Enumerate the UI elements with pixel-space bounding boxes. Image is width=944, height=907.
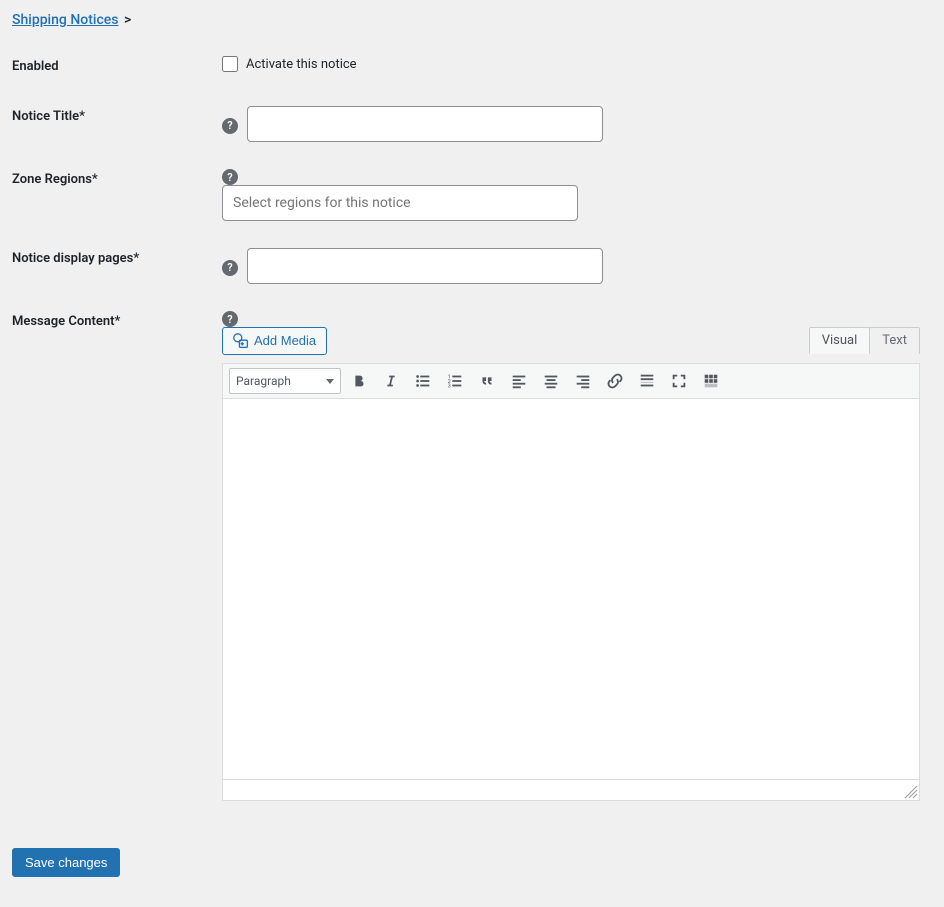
help-icon[interactable]: ? — [222, 311, 238, 327]
align-left-icon — [510, 372, 528, 390]
quote-icon — [478, 372, 496, 390]
align-center-button[interactable] — [537, 368, 565, 394]
help-icon[interactable]: ? — [222, 260, 238, 276]
add-media-label: Add Media — [254, 332, 316, 350]
tab-text[interactable]: Text — [869, 327, 920, 354]
align-left-button[interactable] — [505, 368, 533, 394]
breadcrumb-link[interactable]: Shipping Notices — [12, 12, 118, 28]
link-icon — [606, 372, 624, 390]
align-right-icon — [574, 372, 592, 390]
read-more-button[interactable] — [633, 368, 661, 394]
enabled-checkbox-label[interactable]: Activate this notice — [246, 57, 357, 72]
editor-toolbar: Paragraph — [223, 364, 919, 399]
notice-title-input[interactable] — [247, 106, 603, 142]
label-enabled: Enabled — [12, 44, 222, 94]
numbered-list-button[interactable]: 123 — [441, 368, 469, 394]
align-center-icon — [542, 372, 560, 390]
editor-content-area[interactable] — [223, 399, 919, 779]
numbered-list-icon: 123 — [446, 372, 464, 390]
rich-text-editor: Paragraph — [222, 363, 920, 801]
editor-status-bar — [223, 779, 919, 800]
label-message-content: Message Content* — [12, 299, 222, 816]
enabled-checkbox[interactable] — [222, 56, 238, 72]
display-pages-input[interactable] — [247, 248, 603, 284]
label-display-pages: Notice display pages* — [12, 236, 222, 299]
toolbar-toggle-button[interactable] — [697, 368, 725, 394]
caret-down-icon — [326, 379, 334, 384]
format-select-label: Paragraph — [236, 374, 291, 388]
help-icon[interactable]: ? — [222, 118, 238, 134]
label-notice-title: Notice Title* — [12, 94, 222, 157]
italic-button[interactable] — [377, 368, 405, 394]
save-changes-button[interactable]: Save changes — [12, 848, 120, 877]
toolbar-toggle-icon — [702, 372, 720, 390]
format-select[interactable]: Paragraph — [229, 368, 341, 394]
tab-visual[interactable]: Visual — [809, 327, 871, 354]
align-right-button[interactable] — [569, 368, 597, 394]
breadcrumb-separator: > — [124, 12, 131, 28]
resize-handle-icon[interactable] — [904, 785, 918, 799]
bullet-list-icon — [414, 372, 432, 390]
fullscreen-icon — [670, 372, 688, 390]
blockquote-button[interactable] — [473, 368, 501, 394]
media-icon — [233, 333, 249, 349]
read-more-icon — [638, 372, 656, 390]
svg-text:3: 3 — [448, 383, 451, 389]
add-media-button[interactable]: Add Media — [222, 327, 327, 355]
bold-icon — [350, 372, 368, 390]
link-button[interactable] — [601, 368, 629, 394]
fullscreen-button[interactable] — [665, 368, 693, 394]
italic-icon — [382, 372, 400, 390]
bold-button[interactable] — [345, 368, 373, 394]
bullet-list-button[interactable] — [409, 368, 437, 394]
zone-regions-select[interactable]: Select regions for this notice — [222, 185, 578, 221]
help-icon[interactable]: ? — [222, 169, 238, 185]
breadcrumb: Shipping Notices > — [12, 8, 934, 44]
label-zone-regions: Zone Regions* — [12, 157, 222, 236]
